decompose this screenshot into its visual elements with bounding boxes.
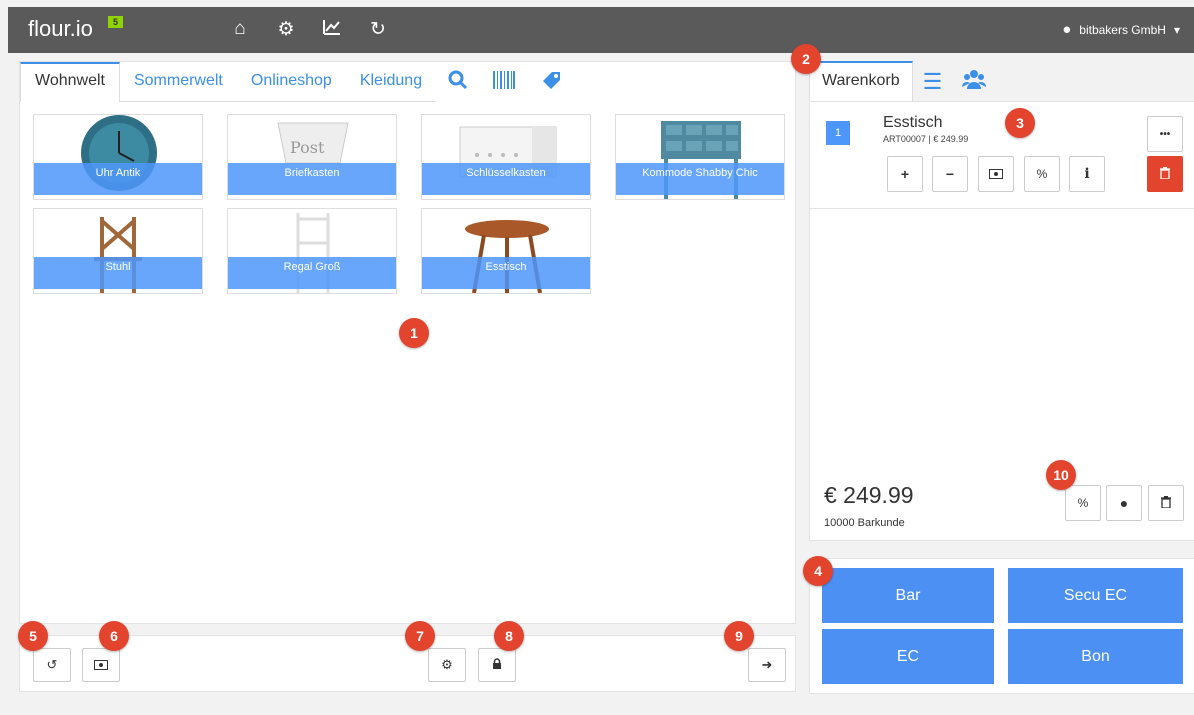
tile-label: Schlüsselkasten: [466, 167, 546, 179]
callout-badge: 4: [803, 556, 833, 586]
history-button[interactable]: ↺: [33, 648, 71, 682]
logo-mark: 5: [108, 16, 123, 28]
lock-button[interactable]: [478, 648, 516, 682]
cash-button[interactable]: [82, 648, 120, 682]
product-tile[interactable]: Post Briefkasten: [227, 114, 397, 200]
callout-badge: 1: [399, 318, 429, 348]
minus-button[interactable]: −: [932, 156, 968, 192]
delete-item-button[interactable]: [1147, 156, 1183, 192]
cart-tabs: Warenkorb ☰: [809, 61, 996, 103]
customer-label: 10000 Barkunde: [824, 517, 905, 529]
plus-button[interactable]: +: [887, 156, 923, 192]
settings-button[interactable]: ⚙: [428, 648, 466, 682]
callout-badge: 10: [1046, 460, 1076, 490]
caret-down-icon: ▾: [1173, 22, 1180, 37]
cart-panel: 1 Esstisch ART00007 | € 249.99 ••• + − %…: [809, 101, 1194, 541]
callout-badge: 2: [791, 44, 821, 74]
refresh-icon[interactable]: ↻: [366, 18, 390, 42]
trash-icon: [1161, 495, 1171, 511]
product-tile[interactable]: Esstisch: [421, 208, 591, 294]
chart-icon[interactable]: [320, 18, 344, 42]
callout-badge: 7: [405, 621, 435, 651]
list-icon[interactable]: ☰: [913, 61, 953, 103]
payment-panel: Bar Secu EC EC Bon: [809, 558, 1194, 694]
product-tile[interactable]: Regal Groß: [227, 208, 397, 294]
top-nav: ⌂ ⚙ ↻: [228, 18, 390, 42]
tile-label: Regal Groß: [283, 261, 341, 273]
tile-label: Uhr Antik: [95, 167, 141, 179]
user-icon: ●: [1062, 21, 1072, 38]
product-tile[interactable]: Kommode Shabby Chic: [615, 114, 785, 200]
app-logo[interactable]: flour.io: [28, 16, 93, 42]
gear-icon: ⚙: [441, 657, 453, 672]
more-button[interactable]: •••: [1147, 116, 1183, 152]
customers-icon[interactable]: [952, 61, 996, 103]
lock-icon: [492, 657, 502, 673]
callout-badge: 8: [494, 621, 524, 651]
user-name: bitbakers GmbH: [1079, 22, 1166, 37]
cash-icon: [989, 166, 1003, 182]
tab-warenkorb[interactable]: Warenkorb: [809, 61, 913, 103]
logout-button[interactable]: ➜: [748, 648, 786, 682]
clear-cart-button[interactable]: [1148, 485, 1184, 521]
pay-secu-ec-button[interactable]: Secu EC: [1008, 568, 1183, 623]
discount-button[interactable]: %: [1024, 156, 1060, 192]
home-icon[interactable]: ⌂: [228, 18, 252, 42]
pay-bar-button[interactable]: Bar: [822, 568, 994, 623]
tab-wohnwelt[interactable]: Wohnwelt: [20, 62, 120, 102]
customer-button[interactable]: ●: [1106, 485, 1142, 521]
pay-ec-button[interactable]: EC: [822, 629, 994, 684]
callout-badge: 9: [724, 621, 754, 651]
pay-bon-button[interactable]: Bon: [1008, 629, 1183, 684]
product-tile[interactable]: Uhr Antik: [33, 114, 203, 200]
tile-label: Stuhl: [105, 261, 131, 273]
price-button[interactable]: [978, 156, 1014, 192]
item-meta: ART00007 | € 249.99: [883, 134, 969, 144]
svg-text:Post: Post: [290, 138, 325, 157]
tile-label: Esstisch: [485, 261, 527, 273]
tile-label: Kommode Shabby Chic: [642, 167, 758, 179]
trash-icon: [1160, 166, 1170, 182]
tag-icon[interactable]: [528, 62, 574, 102]
tab-sommerwelt[interactable]: Sommerwelt: [119, 62, 237, 102]
top-bar: flour.io 5 ⌂ ⚙ ↻ ● bitbakers GmbH ▾: [8, 7, 1194, 53]
user-menu[interactable]: ● bitbakers GmbH ▾: [1062, 21, 1180, 38]
logout-icon: ➜: [761, 657, 773, 672]
callout-badge: 5: [18, 621, 48, 651]
tab-kleidung[interactable]: Kleidung: [345, 62, 437, 102]
callout-badge: 3: [1005, 108, 1035, 138]
cash-icon: [94, 658, 108, 673]
user-icon: ●: [1119, 495, 1129, 511]
gear-icon[interactable]: ⚙: [274, 18, 298, 42]
search-icon[interactable]: [436, 62, 480, 102]
tile-label: Briefkasten: [284, 167, 340, 179]
product-tile[interactable]: Stuhl: [33, 208, 203, 294]
tab-onlineshop[interactable]: Onlineshop: [236, 62, 346, 102]
divider: [810, 208, 1194, 209]
cart-total: € 249.99: [824, 482, 914, 508]
barcode-icon[interactable]: [480, 62, 528, 102]
item-name: Esstisch: [883, 114, 943, 131]
cart-discount-button[interactable]: %: [1065, 485, 1101, 521]
item-quantity[interactable]: 1: [826, 121, 850, 145]
category-tabs: Wohnwelt Sommerwelt Onlineshop Kleidung: [20, 62, 574, 102]
info-button[interactable]: i: [1069, 156, 1105, 192]
callout-badge: 6: [99, 621, 129, 651]
product-tile[interactable]: Schlüsselkasten: [421, 114, 591, 200]
history-icon: ↺: [46, 657, 58, 672]
